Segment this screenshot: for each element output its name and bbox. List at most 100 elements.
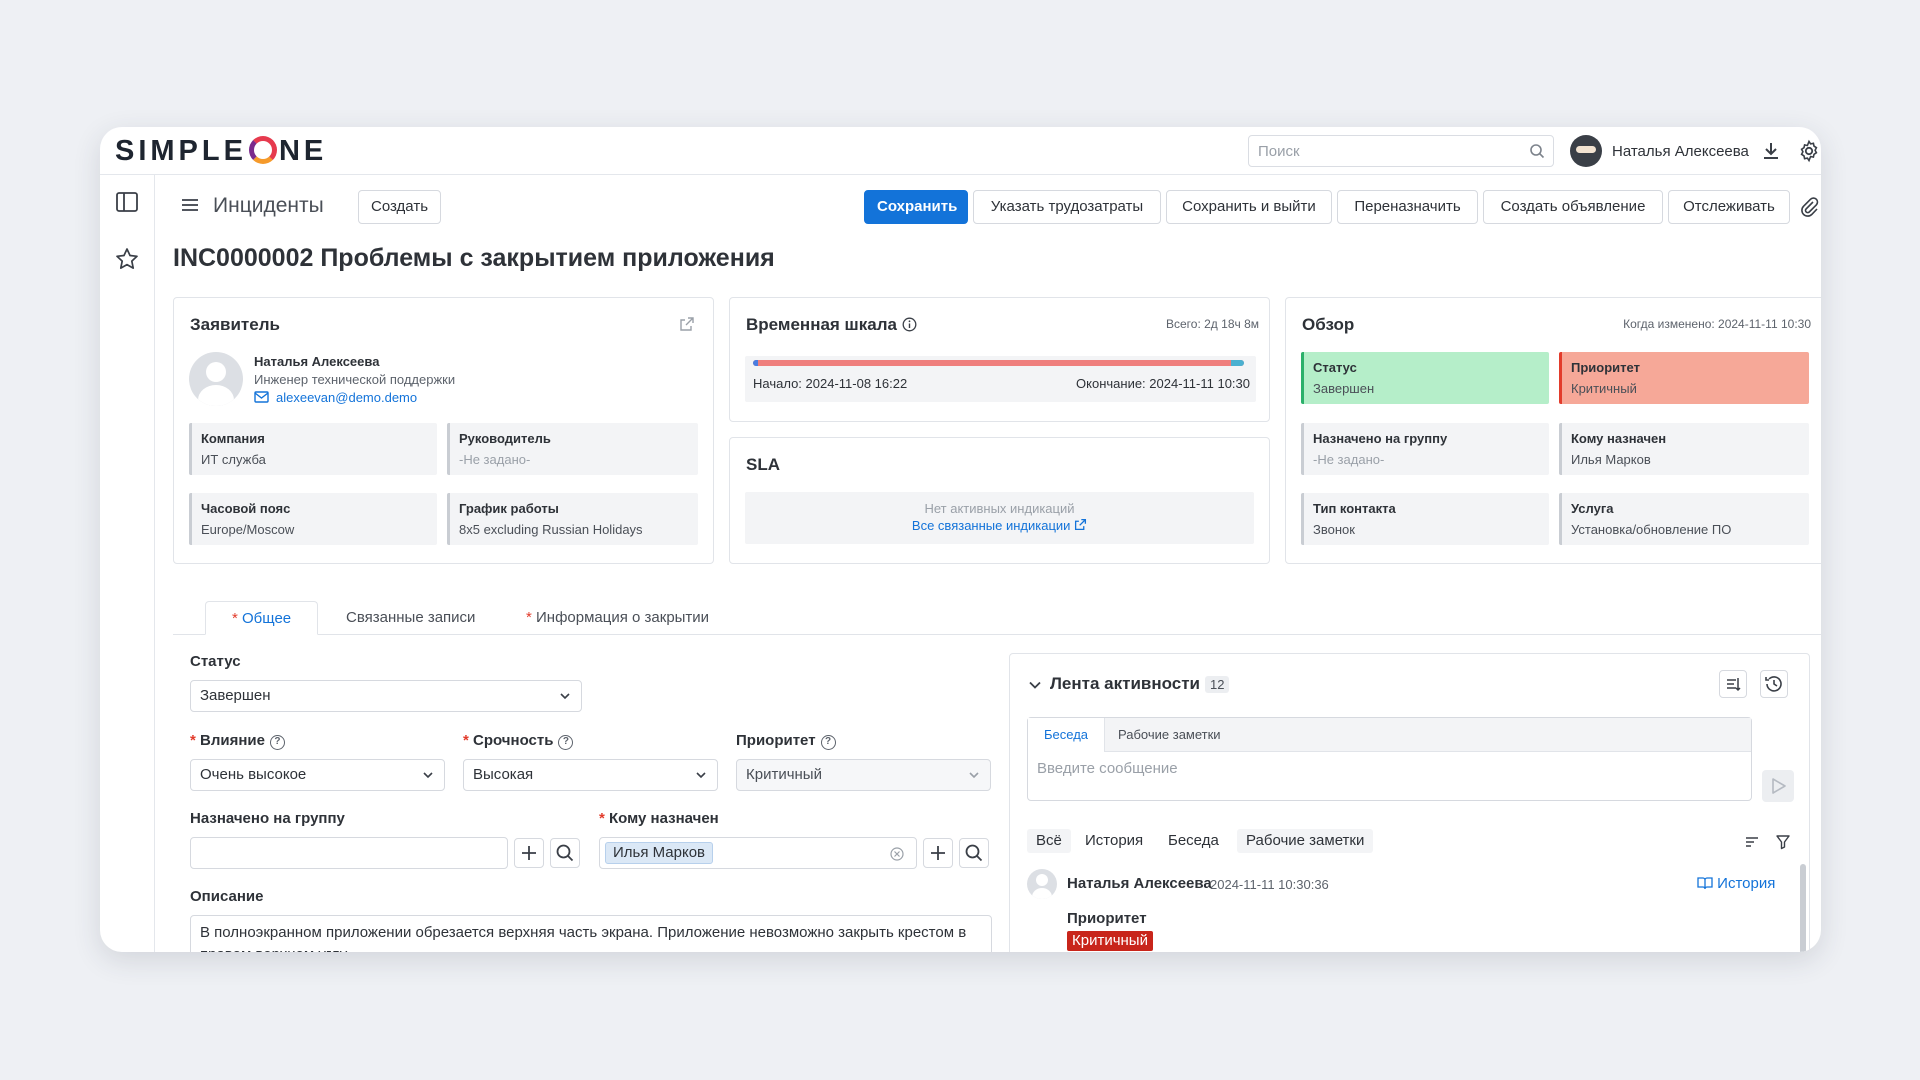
download-icon[interactable] [1759,139,1783,163]
requester-name[interactable]: Наталья Алексеева [254,354,379,369]
overview-changed: Когда изменено: 2024-11-11 10:30 [1623,317,1811,331]
assignee-add-button[interactable] [923,838,953,868]
book-icon [1697,877,1713,890]
sort-icon[interactable] [1744,834,1760,850]
activity-history-button[interactable] [1760,670,1788,698]
impact-label: * Влияние? [190,731,285,751]
tab-general[interactable]: * Общее [205,601,319,635]
timeline-bar [753,360,1244,366]
requester-timezone-tile: Часовой пояс Europe/Moscow [189,493,437,545]
star-icon[interactable] [114,246,140,272]
section-title: Инциденты [213,194,324,217]
logo-o-mark [248,136,277,164]
filter-icon[interactable] [1775,834,1791,850]
overview-title: Обзор [1302,315,1355,334]
tab-closure-info[interactable]: * Информация о закрытии [500,601,735,635]
filter-all[interactable]: Всё [1027,829,1071,853]
plus-icon [931,846,945,860]
send-button[interactable] [1762,770,1794,802]
entry-time: 2024-11-11 10:30:36 [1210,877,1329,892]
external-link-icon[interactable] [679,316,695,332]
activity-feed: Лента активности 12 Беседа Рабочие заметк… [1009,653,1810,952]
search-icon [556,844,574,862]
activity-count: 12 [1205,676,1230,693]
log-time-button[interactable]: Указать трудозатраты [973,190,1161,224]
overview-service-tile: Услуга Установка/обновление ПО [1559,493,1809,545]
requester-email[interactable]: alexeevan@demo.demo [276,390,417,405]
create-announcement-button[interactable]: Создать объявление [1483,190,1663,224]
plus-icon [522,846,536,860]
layout-icon [1727,678,1741,692]
activity-layout-button[interactable] [1719,670,1747,698]
top-bar: SIMPLENE Наталья Алексеева [100,127,1821,175]
create-button[interactable]: Создать [358,190,442,224]
requester-schedule-tile: График работы 8x5 excluding Russian Holi… [447,493,698,545]
paperclip-icon[interactable] [1799,196,1819,218]
activity-scrollbar[interactable] [1800,864,1806,952]
group-label: Назначено на группу [190,810,345,827]
activity-title: Лента активности 12 [1050,674,1230,694]
simpleone-logo[interactable]: SIMPLE NE [115,135,327,167]
entry-history-link[interactable]: История [1697,875,1775,892]
assignee-search-button[interactable] [959,838,989,868]
entry-avatar [1027,869,1057,899]
page-title: INC0000002 Проблемы с закрытием приложен… [173,244,775,272]
timeline-start-marker [753,360,758,366]
requester-role: Инженер технической поддержки [254,372,456,387]
priority-label: Приоритет? [736,731,836,751]
follow-button[interactable]: Отслеживать [1668,190,1790,224]
status-select[interactable]: Завершен [190,680,582,712]
overview-contact-type-tile: Тип контакта Звонок [1301,493,1549,545]
user-name[interactable]: Наталья Алексеева [1612,143,1749,160]
user-avatar[interactable] [1570,135,1602,167]
external-link-icon[interactable] [1074,518,1087,531]
search-icon [965,844,983,862]
chevron-down-icon[interactable] [1028,678,1042,692]
group-search-button[interactable] [550,838,580,868]
required-mark: * [232,610,243,627]
assignee-input[interactable]: Илья Марков [599,837,917,869]
search-input[interactable] [1249,136,1509,166]
message-tab-conversation[interactable]: Беседа [1028,718,1106,752]
description-textarea[interactable]: В полноэкранном приложении обрезается ве… [190,915,992,952]
group-add-button[interactable] [514,838,544,868]
app-window: SIMPLENE Наталья Алексеева Инциденты Соз… [100,127,1821,952]
search-icon[interactable] [1529,143,1545,159]
left-rail [100,175,155,952]
message-input[interactable]: Введите сообщение [1037,760,1178,777]
sla-link[interactable]: Все связанные индикации [745,518,1254,533]
filter-history[interactable]: История [1076,829,1152,853]
requester-title: Заявитель [190,315,280,334]
overview-assignee-tile: Кому назначен Илья Марков [1559,423,1809,475]
history-icon [1765,676,1782,692]
entry-author[interactable]: Наталья Алексеева [1067,875,1212,892]
save-and-exit-button[interactable]: Сохранить и выйти [1166,190,1332,224]
chevron-down-icon [969,772,979,779]
impact-select[interactable]: Очень высокое [190,759,445,791]
group-input[interactable] [190,837,508,869]
assignee-chip[interactable]: Илья Марков [605,842,714,864]
clear-icon[interactable] [890,847,904,861]
timeline-box: Начало: 2024-11-08 16:22 Окончание: 2024… [745,356,1256,402]
send-icon [1772,778,1786,794]
reassign-button[interactable]: Переназначить [1337,190,1478,224]
overview-group-tile: Назначено на группу -Не задано- [1301,423,1549,475]
message-box: Беседа Рабочие заметки Введите сообщение [1027,717,1752,801]
help-icon[interactable]: ? [558,735,574,750]
sidebar-toggle-icon[interactable] [114,189,140,215]
menu-icon[interactable] [180,197,200,213]
help-icon[interactable]: ? [820,735,836,750]
help-icon[interactable]: ? [269,735,285,750]
overview-card: Обзор Когда изменено: 2024-11-11 10:30 С… [1285,297,1821,564]
filter-work-notes[interactable]: Рабочие заметки [1237,829,1374,853]
info-icon[interactable] [902,317,917,332]
filter-conversation[interactable]: Беседа [1159,829,1228,853]
save-button[interactable]: Сохранить [864,190,968,224]
timeline-card: Временная шкала Всего: 2д 18ч 8м Начало:… [729,297,1270,422]
gear-icon[interactable] [1797,139,1821,163]
message-tab-work-notes[interactable]: Рабочие заметки [1102,718,1237,752]
user-menu[interactable]: Наталья Алексеева [1570,135,1749,167]
global-search[interactable] [1248,135,1554,167]
tab-related-records[interactable]: Связанные записи [320,601,501,635]
urgency-select[interactable]: Высокая [463,759,718,791]
